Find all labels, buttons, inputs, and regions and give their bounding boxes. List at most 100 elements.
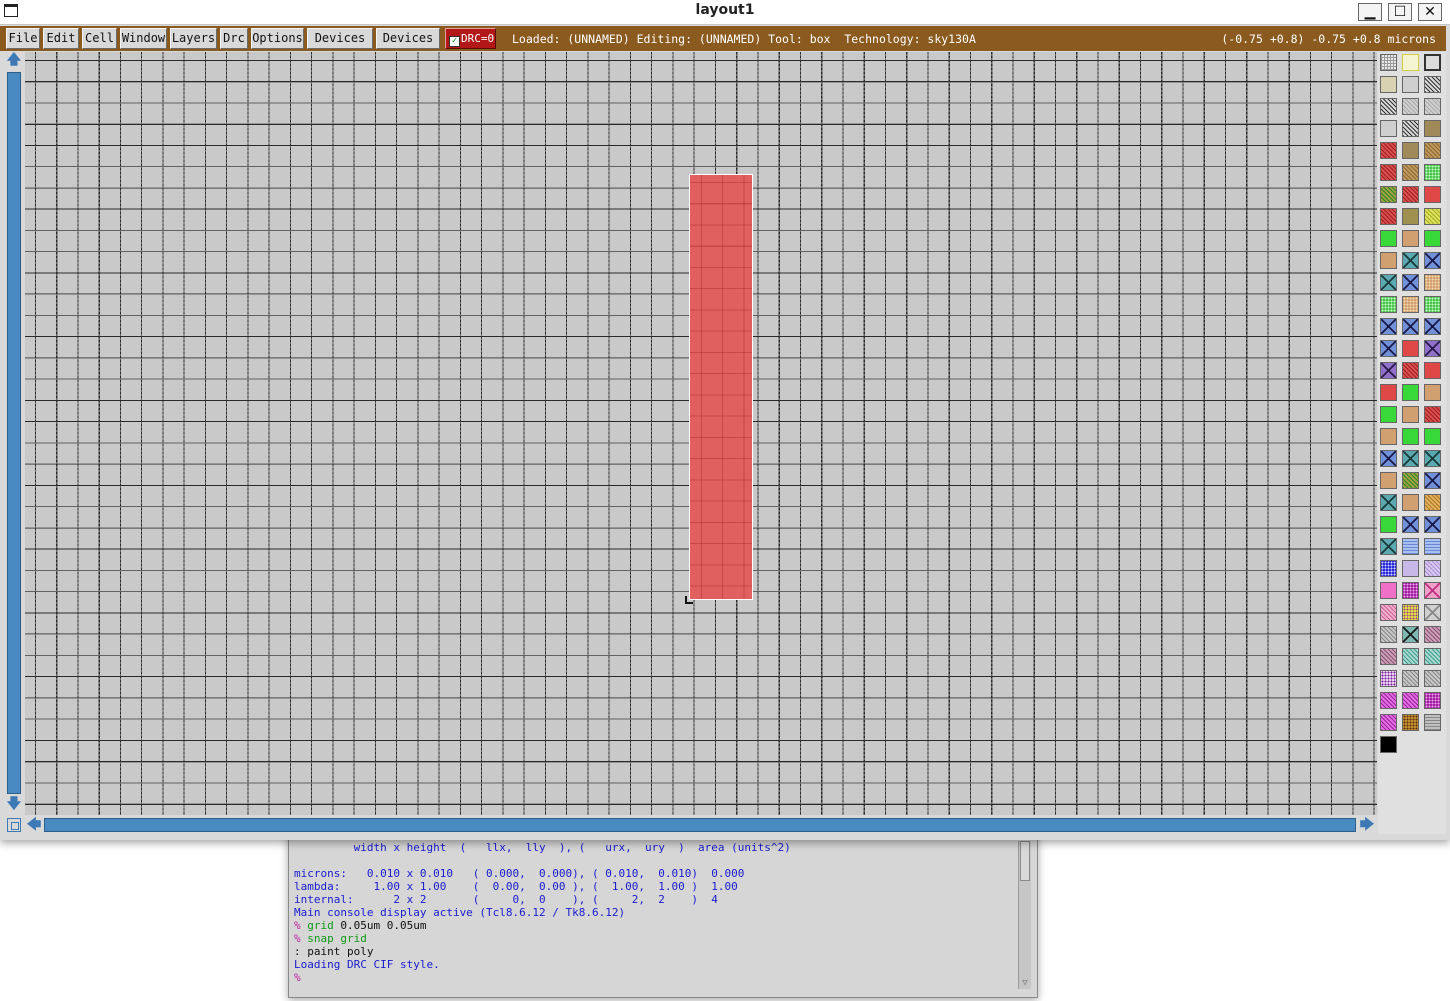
- close-button[interactable]: ✕: [1418, 3, 1442, 21]
- layer-swatch-teal-hatch[interactable]: [1402, 648, 1419, 665]
- layer-swatch-teal-hatch[interactable]: [1424, 648, 1441, 665]
- layer-swatch-pink-x[interactable]: [1424, 582, 1441, 599]
- layer-swatch-magenta-hatch[interactable]: [1402, 692, 1419, 709]
- layer-swatch-brown[interactable]: [1402, 142, 1419, 159]
- layer-swatch-gray-plain[interactable]: [1380, 120, 1397, 137]
- layer-swatch-blue-x[interactable]: [1380, 450, 1397, 467]
- menu-drc[interactable]: Drc: [220, 28, 248, 49]
- scroll-up-arrow-icon[interactable]: 🡅: [6, 52, 22, 68]
- layer-swatch-gray-plain[interactable]: [1402, 76, 1419, 93]
- layer-swatch-red[interactable]: [1424, 186, 1441, 203]
- layer-swatch-gray-lines[interactable]: [1424, 714, 1441, 731]
- layer-swatch-red-hatch[interactable]: [1424, 406, 1441, 423]
- console-output[interactable]: width x height ( llx, lly ), ( urx, ury …: [294, 841, 1014, 991]
- horizontal-scrollbar[interactable]: 🡄 🡆: [4, 816, 1377, 834]
- layer-swatch-pink[interactable]: [1380, 582, 1397, 599]
- drc-toggle-button[interactable]: ✓ DRC=0: [445, 28, 496, 49]
- menu-options[interactable]: Options: [251, 28, 304, 49]
- layer-swatch-tan[interactable]: [1402, 494, 1419, 511]
- layer-swatch-blue-check[interactable]: [1380, 560, 1397, 577]
- layer-swatch-green[interactable]: [1380, 406, 1397, 423]
- console-scrollbar[interactable]: ▽: [1018, 841, 1031, 989]
- layer-swatch-blue-x[interactable]: [1380, 340, 1397, 357]
- layer-swatch-red-hatch[interactable]: [1402, 362, 1419, 379]
- layer-swatch-tan[interactable]: [1424, 384, 1441, 401]
- layer-swatch-green[interactable]: [1424, 428, 1441, 445]
- layer-swatch-teal-x[interactable]: [1380, 274, 1397, 291]
- layer-swatch-blue-x[interactable]: [1424, 252, 1441, 269]
- layer-swatch-blue-x[interactable]: [1402, 318, 1419, 335]
- layer-swatch-red[interactable]: [1402, 340, 1419, 357]
- layer-swatch-yellow-check[interactable]: [1402, 604, 1419, 621]
- vertical-scrollbar[interactable]: 🡅 🡇: [4, 52, 24, 816]
- checkbox-check-icon[interactable]: ✓: [449, 36, 460, 47]
- layer-swatch-hatch-dark[interactable]: [1424, 76, 1441, 93]
- layer-swatch-blue-x[interactable]: [1424, 472, 1441, 489]
- menu-layers[interactable]: Layers: [170, 28, 217, 49]
- layer-swatch-purple-dots[interactable]: [1380, 670, 1397, 687]
- layer-swatch-red-hatch[interactable]: [1380, 164, 1397, 181]
- layer-swatch-magenta-check[interactable]: [1424, 692, 1441, 709]
- console-scroll-thumb[interactable]: [1020, 841, 1030, 881]
- layer-swatch-green[interactable]: [1402, 384, 1419, 401]
- vertical-scroll-track[interactable]: [7, 72, 21, 794]
- layer-swatch-green[interactable]: [1380, 230, 1397, 247]
- layer-swatch-mauve-hatch[interactable]: [1380, 648, 1397, 665]
- layer-swatch-teal-x[interactable]: [1424, 450, 1441, 467]
- layer-swatch-teal-x2[interactable]: [1402, 626, 1419, 643]
- layer-swatch-hatch-dark[interactable]: [1380, 98, 1397, 115]
- layer-swatch-teal-x[interactable]: [1380, 494, 1397, 511]
- layer-swatch-green[interactable]: [1424, 230, 1441, 247]
- layer-swatch-green-hatch[interactable]: [1380, 186, 1397, 203]
- layer-swatch-green-hatch[interactable]: [1402, 472, 1419, 489]
- layer-swatch-tan[interactable]: [1380, 472, 1397, 489]
- maximize-button[interactable]: ☐: [1388, 3, 1412, 21]
- layer-swatch-orange-hatch[interactable]: [1424, 494, 1441, 511]
- layer-swatch-blue-x[interactable]: [1424, 516, 1441, 533]
- menu-edit[interactable]: Edit: [43, 28, 79, 49]
- layer-swatch-tan[interactable]: [1380, 252, 1397, 269]
- title-bar[interactable]: layout1 ▁ ☐ ✕: [0, 0, 1450, 25]
- layer-swatch-tan[interactable]: [1402, 230, 1419, 247]
- layer-swatch-yellow-green-hatch[interactable]: [1424, 208, 1441, 225]
- layer-swatch-tan-dots[interactable]: [1402, 296, 1419, 313]
- menu-devices-2[interactable]: Devices 2: [376, 28, 440, 64]
- menu-devices-1[interactable]: Devices 1: [307, 28, 373, 64]
- layer-swatch-blue-x[interactable]: [1380, 318, 1397, 335]
- scroll-down-arrow-icon[interactable]: 🡇: [6, 796, 22, 812]
- layer-swatch-gray-hatch[interactable]: [1424, 670, 1441, 687]
- layer-swatch-lavender[interactable]: [1402, 560, 1419, 577]
- layer-swatch-teal-x[interactable]: [1402, 252, 1419, 269]
- layout-canvas[interactable]: [25, 52, 1377, 815]
- layer-swatch-teal-x[interactable]: [1402, 450, 1419, 467]
- layer-swatch-olive[interactable]: [1402, 208, 1419, 225]
- layer-swatch-black[interactable]: [1380, 736, 1397, 753]
- layer-swatch-green-dots[interactable]: [1424, 164, 1441, 181]
- layer-swatch-magenta-check[interactable]: [1402, 582, 1419, 599]
- layer-swatch-magenta-hatch[interactable]: [1380, 692, 1397, 709]
- layer-swatch-brown-hatch[interactable]: [1402, 164, 1419, 181]
- menu-window[interactable]: Window: [120, 28, 167, 49]
- layer-swatch-green[interactable]: [1380, 516, 1397, 533]
- scroll-right-arrow-icon[interactable]: 🡆: [1359, 816, 1375, 834]
- layer-swatch-dark-outline[interactable]: [1424, 54, 1441, 71]
- layer-swatch-purple-x[interactable]: [1424, 340, 1441, 357]
- layer-swatch-yellow-outline[interactable]: [1402, 54, 1419, 71]
- layer-swatch-gray-x[interactable]: [1424, 604, 1441, 621]
- layer-swatch-green[interactable]: [1402, 428, 1419, 445]
- layer-swatch-lavender-hatch[interactable]: [1424, 560, 1441, 577]
- layer-swatch-grid-gray[interactable]: [1380, 54, 1397, 71]
- layer-swatch-red-hatch[interactable]: [1380, 142, 1397, 159]
- layer-swatch-tan[interactable]: [1380, 428, 1397, 445]
- layer-swatch-brown-hatch[interactable]: [1424, 142, 1441, 159]
- poly-rectangle[interactable]: [689, 174, 753, 600]
- layer-swatch-gray-hatch[interactable]: [1402, 670, 1419, 687]
- layer-swatch-tan-light[interactable]: [1380, 76, 1397, 93]
- layer-swatch-green-dots[interactable]: [1380, 296, 1397, 313]
- layer-swatch-tan[interactable]: [1402, 406, 1419, 423]
- layer-swatch-tan-dots[interactable]: [1424, 274, 1441, 291]
- layer-swatch-blue-light[interactable]: [1402, 538, 1419, 555]
- layer-swatch-blue-x[interactable]: [1424, 318, 1441, 335]
- layer-swatch-purple-x[interactable]: [1380, 362, 1397, 379]
- layer-swatch-red-hatch[interactable]: [1380, 208, 1397, 225]
